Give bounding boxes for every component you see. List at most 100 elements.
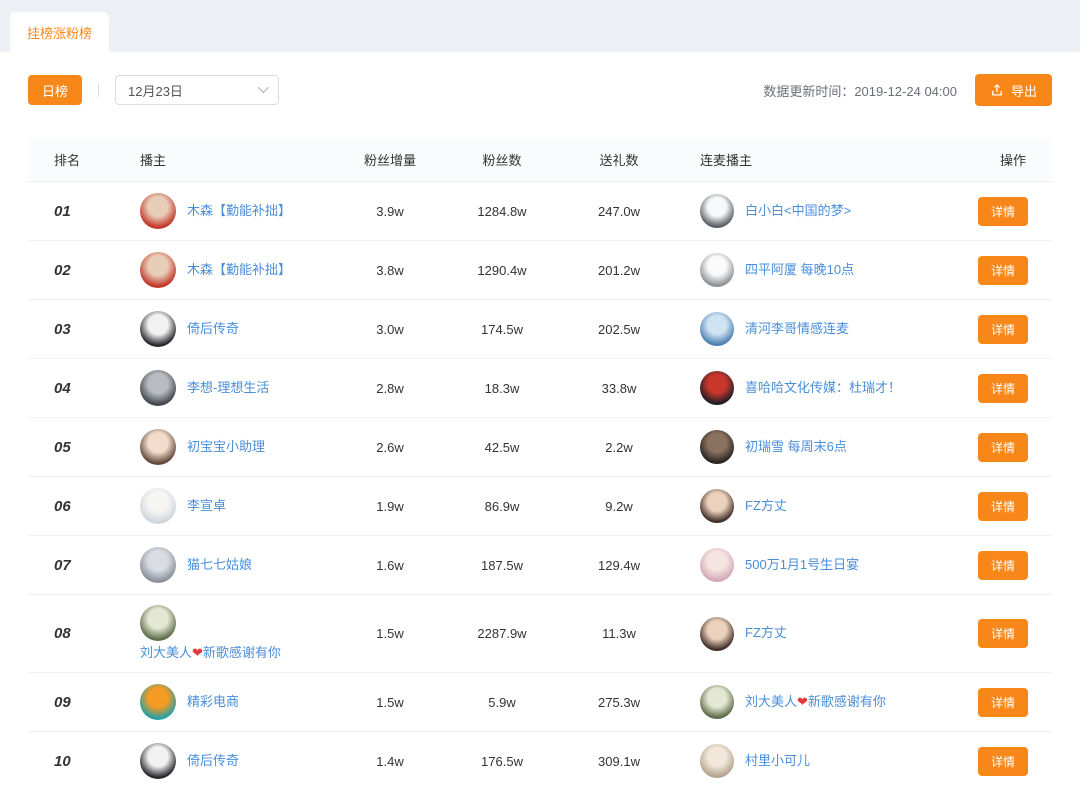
co-broadcaster-avatar[interactable] — [700, 194, 734, 228]
co-broadcaster-cell: 四平阿厦 每晚10点 — [674, 253, 964, 287]
action-cell: 详情 — [964, 747, 1052, 776]
broadcaster-cell: 李想-理想生活 — [140, 370, 340, 406]
broadcaster-name-link[interactable]: 倚后传奇 — [187, 753, 239, 770]
broadcaster-cell: 木森【勤能补拙】 — [140, 193, 340, 229]
broadcaster-name-link[interactable]: 李宣卓 — [187, 498, 226, 515]
action-cell: 详情 — [964, 256, 1052, 285]
detail-button[interactable]: 详情 — [978, 619, 1028, 648]
co-broadcaster-avatar[interactable] — [700, 253, 734, 287]
broadcaster-avatar[interactable] — [140, 193, 176, 229]
detail-button[interactable]: 详情 — [978, 492, 1028, 521]
rank-label: 08 — [28, 625, 140, 642]
rank-label: 07 — [28, 557, 140, 574]
fans-count-value: 1284.8w — [440, 204, 564, 219]
co-broadcaster-avatar[interactable] — [700, 371, 734, 405]
co-broadcaster-cell: 初瑞雪 每周末6点 — [674, 430, 964, 464]
tab-bar: 挂榜涨粉榜 — [0, 0, 1080, 52]
action-cell: 详情 — [964, 688, 1052, 717]
co-broadcaster-avatar[interactable] — [700, 430, 734, 464]
main-content: 日榜 12月23日 数据更新时间：2019-12-24 04:00 导出 — [0, 52, 1080, 788]
co-broadcaster-cell: FZ方丈 — [674, 617, 964, 651]
fans-count-value: 2287.9w — [440, 626, 564, 641]
co-broadcaster-name-link[interactable]: 清河李哥情感连麦 — [745, 321, 849, 338]
broadcaster-name-link[interactable]: 初宝宝小助理 — [187, 439, 265, 456]
broadcaster-avatar[interactable] — [140, 743, 176, 779]
export-button[interactable]: 导出 — [975, 74, 1052, 106]
co-broadcaster-name-link[interactable]: 四平阿厦 每晚10点 — [745, 262, 854, 279]
co-broadcaster-avatar[interactable] — [700, 489, 734, 523]
fans-increase-value: 1.5w — [340, 695, 440, 710]
gifts-count-value: 202.5w — [564, 322, 674, 337]
rank-label: 09 — [28, 694, 140, 711]
co-broadcaster-name-link[interactable]: 初瑞雪 每周末6点 — [745, 439, 847, 456]
co-broadcaster-name-link[interactable]: 村里小可儿 — [745, 753, 810, 770]
detail-button[interactable]: 详情 — [978, 433, 1028, 462]
table-row: 01 木森【勤能补拙】 3.9w 1284.8w 247.0w 白小白<中国的梦… — [28, 182, 1052, 241]
co-broadcaster-avatar[interactable] — [700, 617, 734, 651]
date-select-value: 12月23日 — [128, 81, 183, 100]
co-broadcaster-avatar[interactable] — [700, 548, 734, 582]
broadcaster-avatar[interactable] — [140, 429, 176, 465]
co-broadcaster-name-link[interactable]: 刘大美人❤新歌感谢有你 — [745, 694, 886, 711]
co-broadcaster-cell: 500万1月1号生日宴 — [674, 548, 964, 582]
broadcaster-avatar[interactable] — [140, 488, 176, 524]
broadcaster-name-link[interactable]: 猫七七姑娘 — [187, 557, 252, 574]
broadcaster-avatar[interactable] — [140, 252, 176, 288]
broadcaster-avatar[interactable] — [140, 605, 176, 641]
column-header-rank: 排名 — [28, 150, 140, 169]
co-broadcaster-name-link[interactable]: 白小白<中国的梦> — [745, 203, 851, 220]
broadcaster-avatar[interactable] — [140, 547, 176, 583]
co-broadcaster-avatar[interactable] — [700, 312, 734, 346]
detail-button[interactable]: 详情 — [978, 551, 1028, 580]
toolbar-divider — [98, 83, 99, 97]
broadcaster-name-link[interactable]: 李想-理想生活 — [187, 380, 269, 397]
fans-increase-value: 3.9w — [340, 204, 440, 219]
broadcaster-cell: 猫七七姑娘 — [140, 547, 340, 583]
fans-increase-value: 1.4w — [340, 754, 440, 769]
export-label: 导出 — [1011, 81, 1037, 100]
broadcaster-avatar[interactable] — [140, 370, 176, 406]
co-broadcaster-name-link[interactable]: FZ方丈 — [745, 498, 787, 515]
rank-label: 10 — [28, 753, 140, 770]
table-header-row: 排名 播主 粉丝增量 粉丝数 送礼数 连麦播主 操作 — [28, 138, 1052, 182]
broadcaster-name-link[interactable]: 木森【勤能补拙】 — [187, 262, 291, 279]
co-broadcaster-name-link[interactable]: 喜哈哈文化传媒：杜瑞才！ — [745, 380, 901, 397]
tab-fan-growth-leaderboard[interactable]: 挂榜涨粉榜 — [10, 12, 109, 52]
broadcaster-avatar[interactable] — [140, 311, 176, 347]
table-row: 08 刘大美人❤新歌感谢有你 1.5w 2287.9w 11.3w FZ方丈 详… — [28, 595, 1052, 673]
detail-button[interactable]: 详情 — [978, 256, 1028, 285]
broadcaster-avatar[interactable] — [140, 684, 176, 720]
co-broadcaster-avatar[interactable] — [700, 744, 734, 778]
co-broadcaster-avatar[interactable] — [700, 685, 734, 719]
fans-increase-value: 1.6w — [340, 558, 440, 573]
co-broadcaster-name-link[interactable]: FZ方丈 — [745, 625, 787, 642]
gifts-count-value: 201.2w — [564, 263, 674, 278]
column-header-co-broadcaster: 连麦播主 — [674, 150, 964, 169]
daily-rank-button[interactable]: 日榜 — [28, 75, 82, 105]
fans-count-value: 1290.4w — [440, 263, 564, 278]
co-broadcaster-cell: 白小白<中国的梦> — [674, 194, 964, 228]
co-broadcaster-name-link[interactable]: 500万1月1号生日宴 — [745, 557, 859, 574]
broadcaster-name-link[interactable]: 刘大美人❤新歌感谢有你 — [140, 645, 281, 662]
co-broadcaster-cell: 刘大美人❤新歌感谢有你 — [674, 685, 964, 719]
date-select[interactable]: 12月23日 — [115, 75, 279, 105]
detail-button[interactable]: 详情 — [978, 688, 1028, 717]
gifts-count-value: 33.8w — [564, 381, 674, 396]
column-header-action: 操作 — [964, 150, 1052, 169]
table-row: 03 倚后传奇 3.0w 174.5w 202.5w 清河李哥情感连麦 详情 — [28, 300, 1052, 359]
fans-increase-value: 3.8w — [340, 263, 440, 278]
detail-button[interactable]: 详情 — [978, 197, 1028, 226]
heart-icon: ❤ — [797, 694, 808, 709]
detail-button[interactable]: 详情 — [978, 747, 1028, 776]
broadcaster-cell: 李宣卓 — [140, 488, 340, 524]
toolbar-right: 数据更新时间：2019-12-24 04:00 导出 — [763, 74, 1052, 106]
column-header-fan-count: 粉丝数 — [440, 150, 564, 169]
broadcaster-name-link[interactable]: 精彩电商 — [187, 694, 239, 711]
detail-button[interactable]: 详情 — [978, 374, 1028, 403]
broadcaster-name-link[interactable]: 倚后传奇 — [187, 321, 239, 338]
rank-label: 01 — [28, 203, 140, 220]
gifts-count-value: 309.1w — [564, 754, 674, 769]
update-time-value: 2019-12-24 04:00 — [854, 84, 957, 99]
detail-button[interactable]: 详情 — [978, 315, 1028, 344]
broadcaster-name-link[interactable]: 木森【勤能补拙】 — [187, 203, 291, 220]
